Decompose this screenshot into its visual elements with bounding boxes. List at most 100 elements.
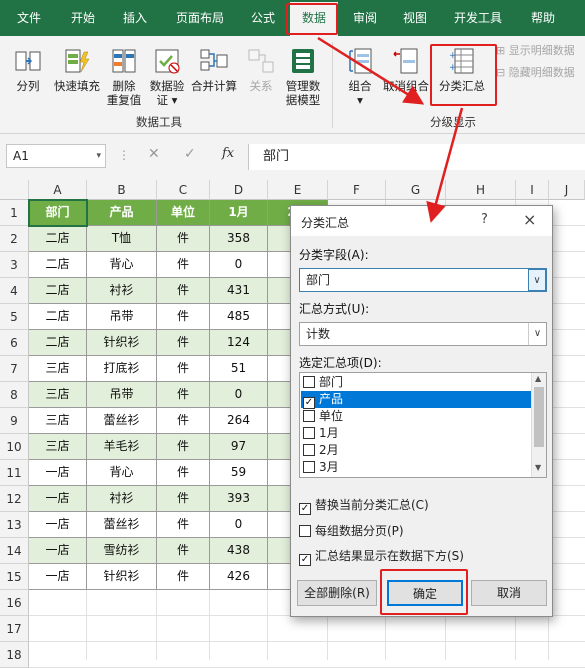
- column-header[interactable]: J: [549, 180, 585, 200]
- table-cell[interactable]: 件: [157, 564, 210, 590]
- scroll-up-icon[interactable]: ▲: [535, 374, 541, 383]
- row-header[interactable]: 14: [0, 538, 29, 564]
- row-header[interactable]: 7: [0, 356, 29, 382]
- scroll-down-icon[interactable]: ▼: [535, 463, 541, 472]
- function-select[interactable]: 计数 ∨: [299, 322, 547, 346]
- header-cell[interactable]: 单位: [157, 200, 210, 226]
- row-header[interactable]: 11: [0, 460, 29, 486]
- table-cell[interactable]: 51: [210, 356, 268, 382]
- remove-duplicates-button[interactable]: 删除 重复值: [104, 46, 144, 107]
- row-header[interactable]: 12: [0, 486, 29, 512]
- row-header[interactable]: 1: [0, 200, 29, 226]
- table-cell[interactable]: 一店: [29, 564, 87, 590]
- consolidate-button[interactable]: 合并计算: [188, 46, 240, 93]
- scrollbar-thumb[interactable]: [534, 387, 544, 447]
- menu-insert[interactable]: 插入: [112, 0, 158, 36]
- table-cell[interactable]: 三店: [29, 382, 87, 408]
- table-cell[interactable]: 393: [210, 486, 268, 512]
- flash-fill-button[interactable]: 快速填充: [50, 46, 104, 93]
- table-cell[interactable]: 一店: [29, 486, 87, 512]
- list-item[interactable]: 1月: [301, 425, 531, 442]
- row-header[interactable]: 10: [0, 434, 29, 460]
- table-cell[interactable]: 一店: [29, 512, 87, 538]
- summary-below-option[interactable]: ✓ 汇总结果显示在数据下方(S): [299, 547, 464, 566]
- table-cell[interactable]: 蕾丝衫: [87, 512, 157, 538]
- table-cell[interactable]: 三店: [29, 434, 87, 460]
- table-cell[interactable]: 件: [157, 434, 210, 460]
- column-header[interactable]: B: [87, 180, 157, 200]
- table-cell[interactable]: 羊毛衫: [87, 434, 157, 460]
- table-cell[interactable]: 件: [157, 382, 210, 408]
- table-cell[interactable]: 件: [157, 304, 210, 330]
- table-cell[interactable]: 0: [210, 252, 268, 278]
- table-cell[interactable]: 背心: [87, 252, 157, 278]
- table-cell[interactable]: 三店: [29, 408, 87, 434]
- column-header[interactable]: E: [268, 180, 328, 200]
- field-select[interactable]: 部门 ∨: [299, 268, 547, 292]
- split-button[interactable]: 分列: [8, 46, 48, 93]
- header-cell[interactable]: 产品: [87, 200, 157, 226]
- table-cell[interactable]: 426: [210, 564, 268, 590]
- table-cell[interactable]: 件: [157, 538, 210, 564]
- table-cell[interactable]: 针织衫: [87, 330, 157, 356]
- menu-page-layout[interactable]: 页面布局: [168, 0, 232, 36]
- ungroup-button[interactable]: 取消组合: [380, 46, 432, 93]
- header-cell[interactable]: 1月: [210, 200, 268, 226]
- insert-function-icon[interactable]: fx: [222, 146, 234, 161]
- table-cell[interactable]: 蕾丝衫: [87, 408, 157, 434]
- manage-data-model-button[interactable]: 管理数 据模型: [280, 46, 326, 107]
- table-cell[interactable]: 59: [210, 460, 268, 486]
- list-item[interactable]: 2月: [301, 442, 531, 459]
- name-box[interactable]: A1 ▾: [6, 144, 106, 168]
- menu-formulas[interactable]: 公式: [240, 0, 286, 36]
- close-icon[interactable]: ×: [523, 210, 536, 229]
- table-cell[interactable]: 背心: [87, 460, 157, 486]
- menu-view[interactable]: 视图: [392, 0, 438, 36]
- listbox-scrollbar[interactable]: ▲ ▼: [531, 373, 546, 477]
- row-header[interactable]: 5: [0, 304, 29, 330]
- show-detail-button[interactable]: ⊞ 显示明细数据: [496, 44, 584, 58]
- table-cell[interactable]: 0: [210, 382, 268, 408]
- page-break-option[interactable]: 每组数据分页(P): [299, 522, 404, 539]
- table-cell[interactable]: 雪纺衫: [87, 538, 157, 564]
- table-cell[interactable]: 二店: [29, 330, 87, 356]
- row-header[interactable]: 16: [0, 590, 29, 616]
- menu-help[interactable]: 帮助: [520, 0, 566, 36]
- list-item[interactable]: 部门: [301, 374, 531, 391]
- menu-home[interactable]: 开始: [60, 0, 106, 36]
- column-header[interactable]: D: [210, 180, 268, 200]
- table-cell[interactable]: 0: [210, 512, 268, 538]
- row-header[interactable]: 2: [0, 226, 29, 252]
- table-cell[interactable]: 吊带: [87, 382, 157, 408]
- table-cell[interactable]: 438: [210, 538, 268, 564]
- table-cell[interactable]: 一店: [29, 460, 87, 486]
- items-listbox[interactable]: 部门 ✓ 产品 单位 1月 2月 3月 ▲ ▼: [299, 372, 547, 478]
- row-header[interactable]: 9: [0, 408, 29, 434]
- table-cell[interactable]: 三店: [29, 356, 87, 382]
- table-cell[interactable]: 件: [157, 356, 210, 382]
- column-header[interactable]: A: [29, 180, 87, 200]
- row-header[interactable]: 4: [0, 278, 29, 304]
- table-cell[interactable]: 件: [157, 226, 210, 252]
- menu-developer[interactable]: 开发工具: [446, 0, 510, 36]
- row-header[interactable]: 13: [0, 512, 29, 538]
- table-cell[interactable]: 件: [157, 512, 210, 538]
- table-cell[interactable]: 件: [157, 408, 210, 434]
- table-cell[interactable]: 二店: [29, 226, 87, 252]
- table-cell[interactable]: 97: [210, 434, 268, 460]
- cancel-icon[interactable]: ✕: [148, 146, 160, 162]
- table-cell[interactable]: 二店: [29, 304, 87, 330]
- enter-icon[interactable]: ✓: [184, 146, 196, 162]
- table-cell[interactable]: T恤: [87, 226, 157, 252]
- menu-review[interactable]: 审阅: [342, 0, 388, 36]
- table-cell[interactable]: 件: [157, 252, 210, 278]
- data-validation-button[interactable]: 数据验 证 ▾: [144, 46, 190, 107]
- menu-file[interactable]: 文件: [6, 0, 52, 36]
- formula-input[interactable]: 部门: [248, 144, 585, 170]
- table-cell[interactable]: 124: [210, 330, 268, 356]
- row-header[interactable]: 17: [0, 616, 29, 642]
- table-cell[interactable]: 打底衫: [87, 356, 157, 382]
- column-header[interactable]: G: [386, 180, 446, 200]
- table-cell[interactable]: 件: [157, 330, 210, 356]
- row-header[interactable]: 18: [0, 642, 29, 668]
